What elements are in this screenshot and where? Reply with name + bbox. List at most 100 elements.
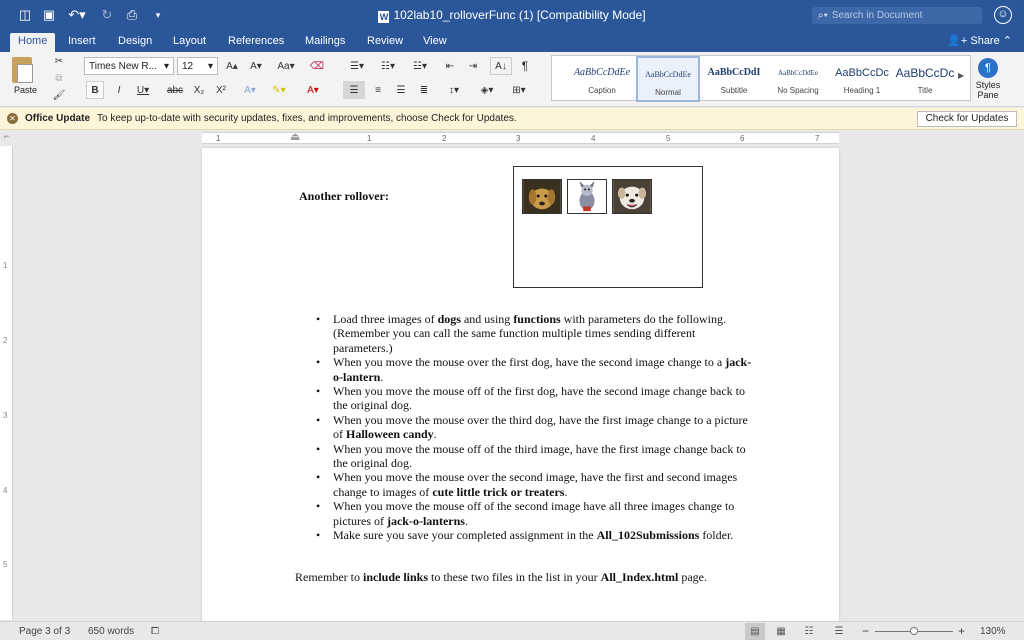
cartoon-dog-icon <box>568 180 606 213</box>
list-item: When you move the mouse off of the third… <box>316 442 753 471</box>
tab-design[interactable]: Design <box>110 33 160 52</box>
vertical-ruler[interactable]: 1 2 3 4 5 <box>0 146 13 620</box>
paste-label[interactable]: Paste <box>14 85 37 95</box>
italic-button[interactable]: I <box>110 81 128 99</box>
styles-pane-button[interactable]: ¶ Styles Pane <box>974 58 1002 100</box>
proofing-icon[interactable]: ⧠ <box>151 626 159 637</box>
ruler-number: 2 <box>442 134 447 143</box>
tab-mailings[interactable]: Mailings <box>297 33 353 52</box>
dog-image-2[interactable] <box>567 179 607 214</box>
print-layout-view-icon[interactable]: ▤ <box>745 623 765 640</box>
underline-button[interactable]: U▾ <box>132 81 154 99</box>
numbering-icon[interactable]: ☷▾ <box>374 57 402 75</box>
list-item: When you move the mouse over the second … <box>316 470 753 499</box>
outline-view-icon[interactable]: ☷ <box>799 623 819 640</box>
paste-icon[interactable] <box>12 57 33 83</box>
clear-formatting-icon[interactable]: ⌫ <box>306 57 328 75</box>
sort-icon[interactable]: A↓ <box>490 57 512 75</box>
multilevel-list-icon[interactable]: ☳▾ <box>406 57 434 75</box>
body-text: folder. <box>699 528 734 543</box>
zoom-level[interactable]: 130% <box>980 626 1006 637</box>
style-title[interactable]: AaBbCcDc Title <box>893 56 957 102</box>
tab-insert[interactable]: Insert <box>60 33 104 52</box>
style-no-spacing[interactable]: AaBbCcDdEe No Spacing <box>766 56 830 102</box>
borders-icon[interactable]: ⊞▾ <box>504 81 534 99</box>
word-count[interactable]: 650 words <box>88 626 134 637</box>
cut-icon[interactable]: ✂ <box>52 52 66 70</box>
align-right-icon[interactable]: ☰ <box>391 81 411 99</box>
change-case-icon[interactable]: Aa▾ <box>274 57 298 75</box>
style-heading-1[interactable]: AaBbCcDc Heading 1 <box>830 56 894 102</box>
increase-indent-icon[interactable]: ⇥ <box>463 57 483 75</box>
style-normal[interactable]: AaBbCcDdEe Normal <box>636 56 700 102</box>
horizontal-ruler[interactable]: ⌐ 1 ⏏ 1 2 3 4 5 6 7 <box>0 131 1024 145</box>
tab-view[interactable]: View <box>415 33 455 52</box>
chevron-down-icon: ▾ <box>163 60 169 72</box>
search-document-field[interactable]: ⌕▾ Search in Document <box>812 7 982 24</box>
tab-review[interactable]: Review <box>359 33 411 52</box>
style-subtitle[interactable]: AaBbCcDdI Subtitle <box>702 56 766 102</box>
zoom-out-icon[interactable]: − <box>862 624 869 638</box>
list-item: When you move the mouse over the third d… <box>316 413 753 442</box>
body-text: . <box>464 513 468 528</box>
ribbon-tabs: Home Insert Design Layout References Mai… <box>0 30 1024 52</box>
share-button[interactable]: 👤+ Share ⌃ <box>947 34 1012 47</box>
title-bar: ◫ ▣ ↶▾ ↻ ⎙ ▾ W 102lab10_rolloverFunc (1) … <box>0 0 1024 30</box>
align-center-icon[interactable]: ≡ <box>368 81 388 99</box>
bullets-icon[interactable]: ☰▾ <box>343 57 371 75</box>
instruction-list: Load three images of dogs and using func… <box>316 312 753 543</box>
rollover-heading: Another rollover: <box>299 189 389 203</box>
web-layout-view-icon[interactable]: ▦ <box>771 623 791 640</box>
emphasis-text: cute little trick or treaters <box>432 484 565 499</box>
dog-image-1[interactable] <box>522 179 562 214</box>
zoom-in-icon[interactable]: + <box>958 624 965 638</box>
emphasis-text: All_102Submissions <box>596 528 700 543</box>
font-size-select[interactable]: 12 ▾ <box>177 57 218 75</box>
message-text: To keep up-to-date with security updates… <box>97 113 517 124</box>
superscript-button[interactable]: X² <box>212 81 230 99</box>
ruler-number: 4 <box>591 134 596 143</box>
body-text: . <box>564 484 568 499</box>
bold-button[interactable]: B <box>86 81 104 99</box>
styles-gallery: AaBbCcDdEe Caption AaBbCcDdEe Normal AaB… <box>551 55 971 102</box>
dog-image-3[interactable] <box>612 179 652 214</box>
tab-references[interactable]: References <box>220 33 292 52</box>
tab-selector-icon[interactable]: ⌐ <box>4 131 9 141</box>
emphasis-text: dogs <box>437 312 461 326</box>
office-update-bar: ✕ Office Update To keep up-to-date with … <box>0 108 1024 130</box>
text-effects-icon[interactable]: A▾ <box>238 81 262 99</box>
decrease-indent-icon[interactable]: ⇤ <box>440 57 460 75</box>
grow-font-icon[interactable]: A▴ <box>222 57 242 75</box>
page-count[interactable]: Page 3 of 3 <box>19 626 70 637</box>
shading-icon[interactable]: ◈▾ <box>474 81 500 99</box>
body-text: and using <box>460 312 514 326</box>
indent-marker-icon[interactable]: ⏏ <box>290 130 300 143</box>
style-caption[interactable]: AaBbCcDdEe Caption <box>570 56 634 102</box>
show-formatting-icon[interactable]: ¶ <box>516 57 534 75</box>
collapse-ribbon-icon[interactable]: ⌃ <box>1000 35 1012 47</box>
close-message-icon[interactable]: ✕ <box>7 113 18 124</box>
subscript-button[interactable]: X₂ <box>190 81 208 99</box>
emphasis-text: jack-o-lanterns <box>386 513 465 528</box>
feedback-smiley-icon[interactable]: ☺ <box>994 6 1012 24</box>
format-painter-icon[interactable]: 🖌 <box>52 86 66 104</box>
tab-home[interactable]: Home <box>10 33 56 52</box>
draft-view-icon[interactable]: ☰ <box>829 623 849 640</box>
gallery-more-arrow-icon[interactable]: ▶ <box>958 71 964 80</box>
status-bar: Page 3 of 3 650 words ⧠ ▤ ▦ ☷ ☰ − + 130% <box>0 621 1024 640</box>
strikethrough-button[interactable]: abc <box>163 81 187 99</box>
list-item: When you move the mouse over the first d… <box>316 355 753 384</box>
tab-layout[interactable]: Layout <box>165 33 214 52</box>
copy-icon[interactable]: ⧉ <box>52 69 66 87</box>
highlight-color-icon[interactable]: ✎▾ <box>266 81 292 99</box>
justify-icon[interactable]: ≣ <box>414 81 434 99</box>
font-color-icon[interactable]: A▾ <box>299 81 327 99</box>
document-page[interactable]: Another rollover: • Load three images of… <box>202 148 839 622</box>
font-name-select[interactable]: Times New R... ▾ <box>84 57 174 75</box>
shrink-font-icon[interactable]: A▾ <box>246 57 266 75</box>
ruler-number: 6 <box>740 134 745 143</box>
align-left-icon[interactable]: ☰ <box>343 81 365 99</box>
line-spacing-icon[interactable]: ↕▾ <box>440 81 468 99</box>
zoom-slider-thumb[interactable] <box>910 627 918 635</box>
check-for-updates-button[interactable]: Check for Updates <box>917 111 1017 127</box>
